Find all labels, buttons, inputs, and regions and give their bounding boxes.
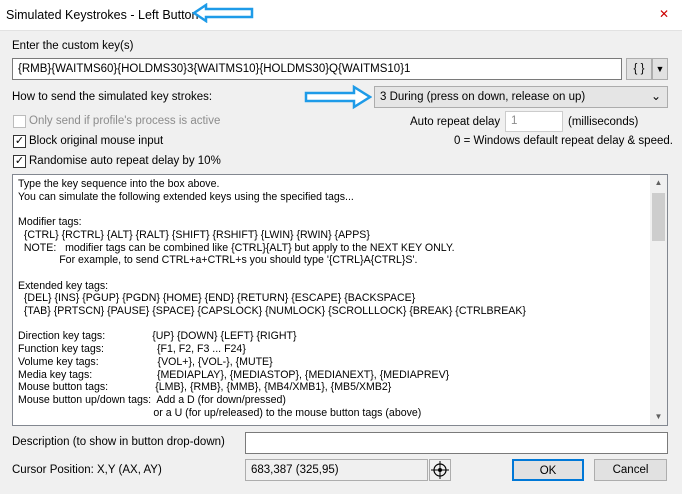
help-scrollbar[interactable]: ▲ ▼ <box>650 175 667 425</box>
block-mouse-checkbox[interactable]: ✓ <box>13 135 26 148</box>
cancel-button[interactable]: Cancel <box>594 459 667 481</box>
crosshair-icon[interactable] <box>429 459 451 481</box>
description-input[interactable] <box>245 432 668 454</box>
scroll-up-icon[interactable]: ▲ <box>650 175 667 191</box>
send-method-value: 3 During (press on down, release on up) <box>380 91 586 103</box>
scroll-down-icon[interactable]: ▼ <box>650 409 667 425</box>
window-title: Simulated Keystrokes - Left Button <box>6 8 199 22</box>
cursor-position-field: 683,387 (325,95) <box>245 459 428 481</box>
annotation-arrow-icon <box>192 3 254 23</box>
auto-repeat-value: 1 <box>511 115 518 127</box>
randomise-checkbox[interactable]: ✓ <box>13 155 26 168</box>
annotation-arrow-icon <box>304 84 372 110</box>
chevron-down-icon: ⌄ <box>650 89 661 103</box>
description-label: Description (to show in button drop-down… <box>12 436 225 448</box>
custom-key-input[interactable]: {RMB}{WAITMS60}{HOLDMS30}3{WAITMS10}{HOL… <box>12 58 622 80</box>
only-profile-label: Only send if profile's process is active <box>29 115 221 127</box>
scrollbar-thumb[interactable] <box>652 193 665 241</box>
auto-repeat-label: Auto repeat delay <box>410 116 501 128</box>
help-text-box[interactable]: Type the key sequence into the box above… <box>12 174 668 426</box>
send-method-label: How to send the simulated key strokes: <box>12 91 213 103</box>
auto-repeat-input[interactable]: 1 <box>505 111 563 132</box>
auto-repeat-unit: (milliseconds) <box>568 116 639 128</box>
custom-key-label: Enter the custom key(s) <box>12 40 134 52</box>
insert-tags-button[interactable]: { } <box>626 58 652 80</box>
send-method-select[interactable]: 3 During (press on down, release on up) … <box>374 86 668 108</box>
custom-key-value: {RMB}{WAITMS60}{HOLDMS30}3{WAITMS10}{HOL… <box>18 63 411 75</box>
randomise-label: Randomise auto repeat delay by 10% <box>29 155 221 167</box>
help-text: Type the key sequence into the box above… <box>18 178 526 419</box>
close-button[interactable]: ✕ <box>652 4 676 24</box>
repeat-note: 0 = Windows default repeat delay & speed… <box>454 135 673 147</box>
ok-button[interactable]: OK <box>512 459 584 481</box>
cursor-position-value: 683,387 (325,95) <box>251 464 339 476</box>
block-mouse-label: Block original mouse input <box>29 135 164 147</box>
only-profile-checkbox[interactable] <box>13 115 26 128</box>
tags-dropdown-button[interactable]: ▼ <box>652 58 668 80</box>
cursor-position-label: Cursor Position: X,Y (AX, AY) <box>12 464 162 476</box>
